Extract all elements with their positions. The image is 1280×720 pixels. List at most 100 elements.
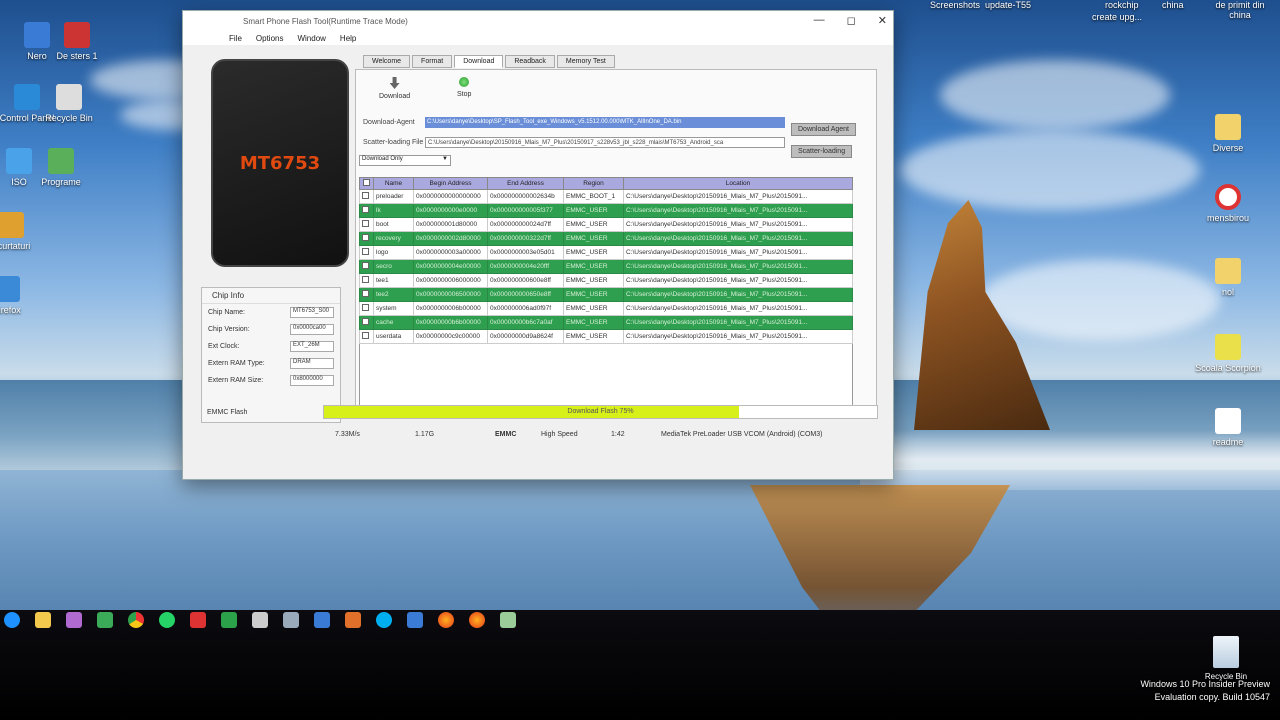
download-agent-field[interactable]: C:\Users\danye\Desktop\SP_Flash_Tool_exe… [425,117,785,128]
row-checkbox[interactable] [362,290,369,297]
desktop-icon-mensbirou[interactable]: mensbirou [1193,184,1263,223]
scatter-field[interactable]: C:\Users\danye\Desktop\20150916_Mlais_M7… [425,137,785,148]
orange-app-icon[interactable] [345,612,361,628]
checkbox-cell [359,231,374,246]
menu-options[interactable]: Options [256,34,284,43]
tab-download[interactable]: Download [454,55,504,68]
col-name[interactable]: Name [373,177,414,190]
desktop-icon[interactable]: Scurtaturi [0,212,46,251]
download-button[interactable]: Download [379,77,410,100]
col-region[interactable]: Region [563,177,624,190]
desktop-icon-diverse[interactable]: Diverse [1193,114,1263,153]
minimize-icon[interactable]: — [814,14,825,27]
partition-name: cache [373,315,414,330]
flash-tool-taskbar-icon[interactable] [500,612,516,628]
paint-icon[interactable] [66,612,82,628]
row-checkbox[interactable] [362,234,369,241]
row-checkbox[interactable] [362,276,369,283]
desktop-icon-label: De sters 1 [56,51,98,61]
table-row[interactable]: tee1 0x0000000006000000 0x000000000600e8ff… [359,273,853,288]
table-row[interactable]: lk 0x0000000000e0000 0x000000000005f377 EMM… [359,203,853,218]
desktop-icon-readme[interactable]: readme [1193,408,1263,447]
chip-info-row: Chip Name: MT6753_S00 [202,304,340,321]
flash-tool-window: Smart Phone Flash Tool(Runtime Trace Mod… [182,10,894,480]
tab-format[interactable]: Format [412,55,453,68]
desktop-icon[interactable]: Firefox [0,276,42,315]
tools-icon[interactable] [283,612,299,628]
table-row[interactable]: boot 0x000000001d80000 0x000000000024d7ff E… [359,217,853,232]
desktop-top-label[interactable]: rockchip [1105,0,1139,10]
emmc-flash-header[interactable]: EMMC Flash [207,409,247,416]
select-all-checkbox[interactable] [363,179,370,186]
chip-info-row: Ext Clock: EXT_26M [202,338,340,355]
desktop-top-label[interactable]: de primit din china [1205,0,1275,20]
chrome-icon[interactable] [128,612,144,628]
table-row[interactable]: cache 0x00000000b6b00000 0x00000000b6c7a0a… [359,315,853,330]
col-location[interactable]: Location [623,177,853,190]
table-row[interactable]: recovery 0x0000000002d80000 0x000000000322… [359,231,853,246]
table-row[interactable]: userdata 0x00000000c9c00000 0x00000000d9a8… [359,329,853,344]
table-row[interactable]: logo 0x0000000003a00000 0x0000000003e05d01… [359,245,853,260]
location: C:\Users\danye\Desktop\20150916_Mlais_M7… [623,203,853,218]
partition-name: recovery [373,231,414,246]
table-row[interactable]: tee2 0x0000000006500000 0x000000000650e8ff… [359,287,853,302]
stop-button[interactable]: Stop [457,77,471,98]
download-agent-row: Download-Agent C:\Users\danye\Desktop\SP… [363,117,785,128]
tab-welcome[interactable]: Welcome [363,55,411,68]
recycle-bin[interactable]: Recycle Bin [1196,636,1256,681]
recycle-bin-icon [1213,636,1239,668]
menu-file[interactable]: File [229,34,242,43]
desktop-top-label[interactable]: china [1162,0,1184,10]
tab-readback[interactable]: Readback [505,55,555,68]
desktop-icon-scoala[interactable]: Scoala Scorpion [1193,334,1263,373]
desktop-icon-label: Programe [41,177,81,187]
desktop-icon[interactable]: Recycle Bin [34,84,104,123]
desktop-top-label[interactable]: create upg... [1092,12,1142,22]
desktop-icon[interactable]: Programe [26,148,96,187]
row-checkbox[interactable] [362,332,369,339]
row-checkbox[interactable] [362,248,369,255]
table-row[interactable]: preloader 0x0000000000000000 0x00000000000… [359,189,853,204]
monitor-icon[interactable] [252,612,268,628]
table-row[interactable]: system 0x0000000006b00000 0x000000006ad0f9… [359,301,853,316]
menu-window[interactable]: Window [297,34,325,43]
region: EMMC_USER [563,245,624,260]
blue-app-icon[interactable] [314,612,330,628]
desktop-icon-label: Scoala Scorpion [1195,363,1261,373]
maximize-icon[interactable]: ◻ [847,14,856,27]
begin-address: 0x0000000003a00000 [413,245,488,260]
desktop-top-label[interactable]: Screenshots [930,0,980,10]
chip-info-header[interactable]: Chip Info [202,288,340,304]
desktop-top-label[interactable]: update-T55 [985,0,1031,10]
store-icon[interactable] [407,612,423,628]
tab-memory-test[interactable]: Memory Test [556,55,615,68]
table-row[interactable]: secro 0x0000000004e00000 0x0000000004e20ff… [359,259,853,274]
row-checkbox[interactable] [362,192,369,199]
mode-select[interactable]: Download Only ▼ [359,155,451,166]
close-icon[interactable]: ✕ [878,14,887,27]
whatsapp-icon[interactable] [159,612,175,628]
sheet-icon[interactable] [97,612,113,628]
edge-icon[interactable] [4,612,20,628]
menu-help[interactable]: Help [340,34,356,43]
row-checkbox[interactable] [362,206,369,213]
row-checkbox[interactable] [362,220,369,227]
row-checkbox[interactable] [362,262,369,269]
firefox-icon[interactable] [438,612,454,628]
row-checkbox[interactable] [362,304,369,311]
green-app-icon[interactable] [221,612,237,628]
desktop-icon-nol[interactable]: nol [1193,258,1263,297]
row-checkbox[interactable] [362,318,369,325]
select-all-header[interactable] [359,177,374,190]
desktop-icon[interactable]: De sters 1 [42,22,112,61]
tool-icon[interactable] [190,612,206,628]
window-titlebar[interactable]: Smart Phone Flash Tool(Runtime Trace Mod… [183,11,893,31]
scatter-loading-button[interactable]: Scatter-loading [791,145,853,158]
download-agent-button[interactable]: Download Agent [791,123,856,136]
col-begin[interactable]: Begin Address [413,177,488,190]
file-explorer-icon[interactable] [35,612,51,628]
skype-icon[interactable] [376,612,392,628]
begin-address: 0x000000001d80000 [413,217,488,232]
firefox-icon[interactable] [469,612,485,628]
col-end[interactable]: End Address [487,177,564,190]
